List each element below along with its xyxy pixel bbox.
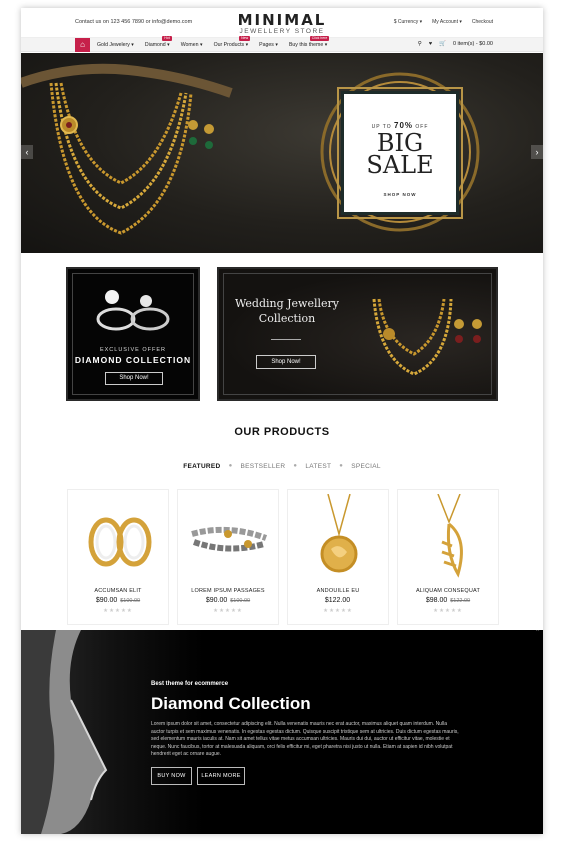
nav-item-label: Women ▾ (180, 42, 203, 48)
top-bar: Contact us on 123 456 7890 or info@demo.… (21, 8, 543, 38)
product-name[interactable]: LOREM IPSUM PASSAGES (178, 588, 278, 594)
product-tab[interactable]: BESTSELLER (241, 463, 286, 470)
rating-stars: ★★★★★ (103, 608, 133, 614)
home-icon: ⌂ (80, 40, 85, 49)
wedding-collection-banner[interactable]: Wedding Jewellery Collection Shop Now! (217, 267, 498, 401)
current-price: $90.00 (205, 597, 228, 604)
nav-item[interactable]: Diamond ▾ Hot (144, 36, 172, 48)
product-price: $90.00 $100.00 (178, 597, 278, 604)
wedding-necklace-image (372, 298, 482, 376)
current-price: $90.00 (95, 597, 118, 604)
divider (271, 339, 301, 340)
nav-badge: New (239, 36, 251, 41)
product-price: $90.00 $100.00 (68, 597, 168, 604)
checkout-link[interactable]: Checkout (472, 19, 493, 25)
slider-prev-arrow[interactable]: ‹ (21, 145, 33, 159)
currency-label: $ Currency (393, 19, 419, 25)
product-tab[interactable]: FEATURED (183, 463, 220, 470)
nav-item-label: Buy this theme ▾ (288, 42, 328, 48)
cart-summary[interactable]: 0 item(s) - $0.00 (453, 41, 493, 47)
product-card[interactable]: LOREM IPSUM PASSAGES $90.00 $100.00 ★★★★★ (177, 489, 279, 625)
rating-stars: ★★★★★ (213, 608, 243, 614)
product-name[interactable]: ACCUMSAN ELIT (68, 588, 168, 594)
product-name[interactable]: ANDOUILLE EU (288, 588, 388, 594)
product-name[interactable]: ALIQUAM CONSEQUAT (398, 588, 498, 594)
exclusive-offer-label: EXCLUSIVE OFFER (99, 347, 167, 353)
tab-separator: ● (293, 463, 298, 469)
diamond-collection-banner[interactable]: EXCLUSIVE OFFER DIAMOND COLLECTION Shop … (66, 267, 200, 401)
product-tab[interactable]: LATEST (305, 463, 331, 470)
nav-item[interactable]: Women ▾ (181, 42, 203, 48)
nav-item-label: Gold Jewelery ▾ (97, 42, 134, 48)
nav-item[interactable]: Buy this theme ▾ Click here (288, 36, 330, 48)
wedding-title-line1: Wedding Jewellery (234, 297, 339, 310)
product-tabs: FEATURED ● BESTSELLER ● LATEST ● SPECIAL (21, 463, 543, 470)
product-image[interactable] (298, 494, 380, 582)
nav-item-label: Our Products ▾ (213, 42, 249, 48)
page: Contact us on 123 456 7890 or info@demo.… (21, 8, 543, 834)
nav-item[interactable]: Our Products ▾ New (213, 36, 251, 48)
product-card[interactable]: ACCUMSAN ELIT $90.00 $100.00 ★★★★★ (67, 489, 169, 625)
promo-description: Lorem ipsum dolor sit amet, consectetur … (151, 721, 459, 757)
account-label: My Account (432, 19, 458, 25)
model-portrait-image (21, 630, 108, 834)
product-image[interactable] (408, 494, 490, 582)
nav-badge: Hot (162, 36, 172, 41)
hero-slider: UP TO 70% OFF BIG SALE SHOP NOW ‹ › (21, 53, 543, 253)
nav-item-label: Pages ▾ (259, 42, 278, 48)
slider-next-arrow[interactable]: › (531, 145, 543, 159)
nav-badge: Click here (309, 36, 330, 41)
sale-heading: BIG SALE (344, 131, 456, 179)
nav-actions: ⚲ ♥ 🛒 0 item(s) - $0.00 (418, 41, 493, 47)
hero-necklace-image (21, 63, 480, 235)
old-price: $100.00 (120, 598, 141, 604)
product-image[interactable] (188, 494, 270, 582)
buy-now-button[interactable]: BUY NOW (151, 767, 192, 785)
rating-stars: ★★★★★ (433, 608, 463, 614)
tab-separator: ● (339, 463, 344, 469)
product-price: $122.00 (288, 597, 388, 604)
product-card[interactable]: ANDOUILLE EU $122.00 ★★★★★ (287, 489, 389, 625)
nav-item-label: Diamond ▾ (144, 42, 170, 48)
sale-shop-now[interactable]: SHOP NOW (344, 192, 456, 197)
scroll-top-icon[interactable]: ⌃ (534, 630, 541, 637)
main-nav: ⌂ Gold Jewelery ▾ Diamond ▾ Hot Women ▾ Our … (21, 36, 543, 52)
cart-icon[interactable]: 🛒 (439, 41, 446, 47)
big-sale-banner[interactable]: UP TO 70% OFF BIG SALE SHOP NOW (337, 87, 463, 219)
diamond-shop-now-button[interactable]: Shop Now! (105, 372, 163, 385)
wishlist-icon[interactable]: ♥ (429, 41, 432, 47)
current-price: $98.00 (425, 597, 448, 604)
home-button[interactable]: ⌂ (75, 38, 90, 52)
logo-subtitle: JEWELLERY STORE (239, 28, 325, 35)
promo-title: Diamond Collection (151, 694, 311, 713)
current-price: $122.00 (324, 597, 351, 604)
product-grid: ACCUMSAN ELIT $90.00 $100.00 ★★★★★ LOREM IP… (67, 489, 499, 625)
nav-item[interactable]: Pages ▾ (259, 42, 278, 48)
old-price: $122.00 (450, 598, 471, 604)
product-price: $98.00 $122.00 (398, 597, 498, 604)
product-card[interactable]: ALIQUAM CONSEQUAT $98.00 $122.00 ★★★★★ (397, 489, 499, 625)
diamond-collection-title: DIAMOND COLLECTION (74, 355, 192, 365)
diamond-promo-section: Best theme for ecommerce Diamond Collect… (21, 630, 543, 834)
search-icon[interactable]: ⚲ (418, 41, 422, 47)
product-tab[interactable]: SPECIAL (351, 463, 381, 470)
rings-image (96, 290, 170, 331)
rating-stars: ★★★★★ (323, 608, 353, 614)
old-price: $100.00 (230, 598, 251, 604)
wedding-shop-now-button[interactable]: Shop Now! (256, 355, 316, 369)
currency-dropdown[interactable]: $ Currency ▾ (394, 19, 422, 25)
account-dropdown[interactable]: My Account ▾ (432, 19, 462, 25)
sale-text: SALE (366, 151, 434, 179)
nav-menu: Gold Jewelery ▾ Diamond ▾ Hot Women ▾ Our Pr… (97, 36, 338, 48)
tab-separator: ● (228, 463, 233, 469)
our-products-title: OUR PRODUCTS (234, 426, 330, 438)
top-links: $ Currency ▾ My Account ▾ Checkout (394, 19, 493, 25)
wedding-title: Wedding Jewellery Collection (229, 296, 345, 326)
product-image[interactable] (78, 494, 160, 582)
wedding-title-line2: Collection (258, 312, 316, 325)
promo-subtitle: Best theme for ecommerce (151, 681, 229, 687)
learn-more-button[interactable]: LEARN MORE (197, 767, 245, 785)
nav-item[interactable]: Gold Jewelery ▾ (97, 42, 134, 48)
